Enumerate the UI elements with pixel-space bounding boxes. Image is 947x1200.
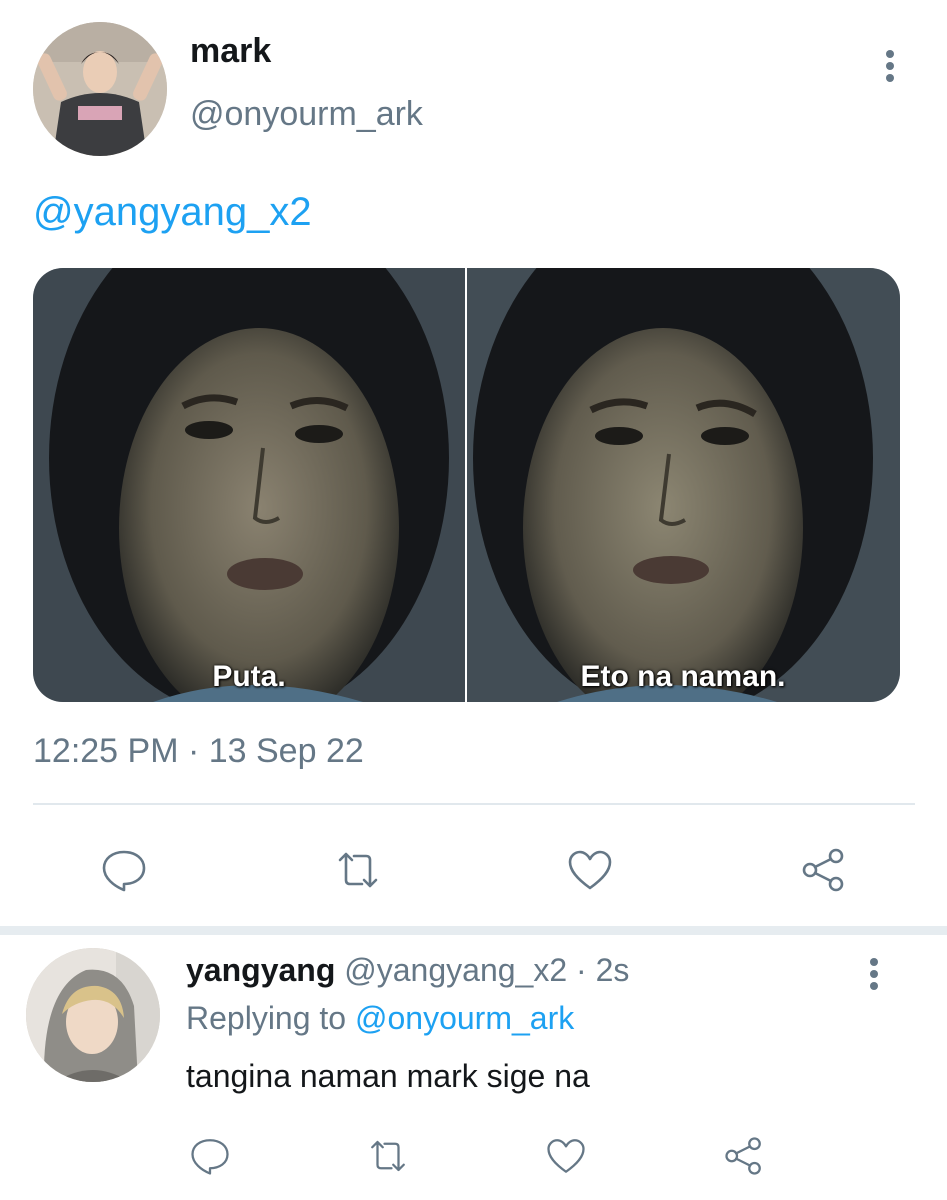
share-button[interactable] [794,840,854,900]
share-icon [802,848,844,892]
main-author-handle[interactable]: @onyourm_ark [190,95,423,134]
avatar-photo [33,22,167,156]
main-author-name[interactable]: mark [190,32,271,71]
retweet-icon [338,852,378,888]
meme-panel-right: Eto na naman. [467,268,900,702]
heart-icon [547,1139,585,1173]
reply-button[interactable] [180,1126,240,1186]
reply-bubble-icon [191,1139,229,1175]
replying-to-handle[interactable]: @onyourm_ark [355,1000,574,1036]
like-button[interactable] [536,1126,596,1186]
reply-button[interactable] [94,840,154,900]
reply-text: tangina naman mark sige na [186,1058,590,1094]
reply-header: yangyang @yangyang_x2 · 2s [186,952,629,989]
meme-caption-right: Eto na naman. [580,660,786,693]
tweet-mention-link[interactable]: @yangyang_x2 [33,190,312,235]
meme-caption-left: Puta. [212,660,286,693]
reply-dot-separator: · [567,952,596,988]
divider [33,803,915,805]
reply-author-handle[interactable]: @yangyang_x2 [344,952,567,988]
share-icon [725,1137,761,1175]
reply-author-name[interactable]: yangyang [186,952,335,988]
reply-bubble-icon [102,850,146,892]
like-button[interactable] [560,840,620,900]
replying-to-line: Replying to @onyourm_ark [186,1000,574,1037]
replying-to-prefix: Replying to [186,1000,355,1036]
retweet-button[interactable] [328,840,388,900]
heart-icon [568,850,612,890]
reply-time-ago[interactable]: 2s [596,952,630,988]
meme-panel-left: Puta. [33,268,465,702]
tweet-image[interactable]: Puta. Eto na naman. [33,268,900,702]
reply-author-avatar[interactable] [26,948,160,1082]
section-separator [0,926,947,935]
main-author-avatar[interactable] [33,22,167,156]
retweet-button[interactable] [358,1126,418,1186]
avatar-photo [26,948,160,1082]
more-options-icon[interactable] [862,956,886,992]
retweet-icon [371,1140,405,1172]
tweet-timestamp[interactable]: 12:25 PM · 13 Sep 22 [33,732,364,771]
more-options-icon[interactable] [878,48,902,84]
share-button[interactable] [714,1126,774,1186]
